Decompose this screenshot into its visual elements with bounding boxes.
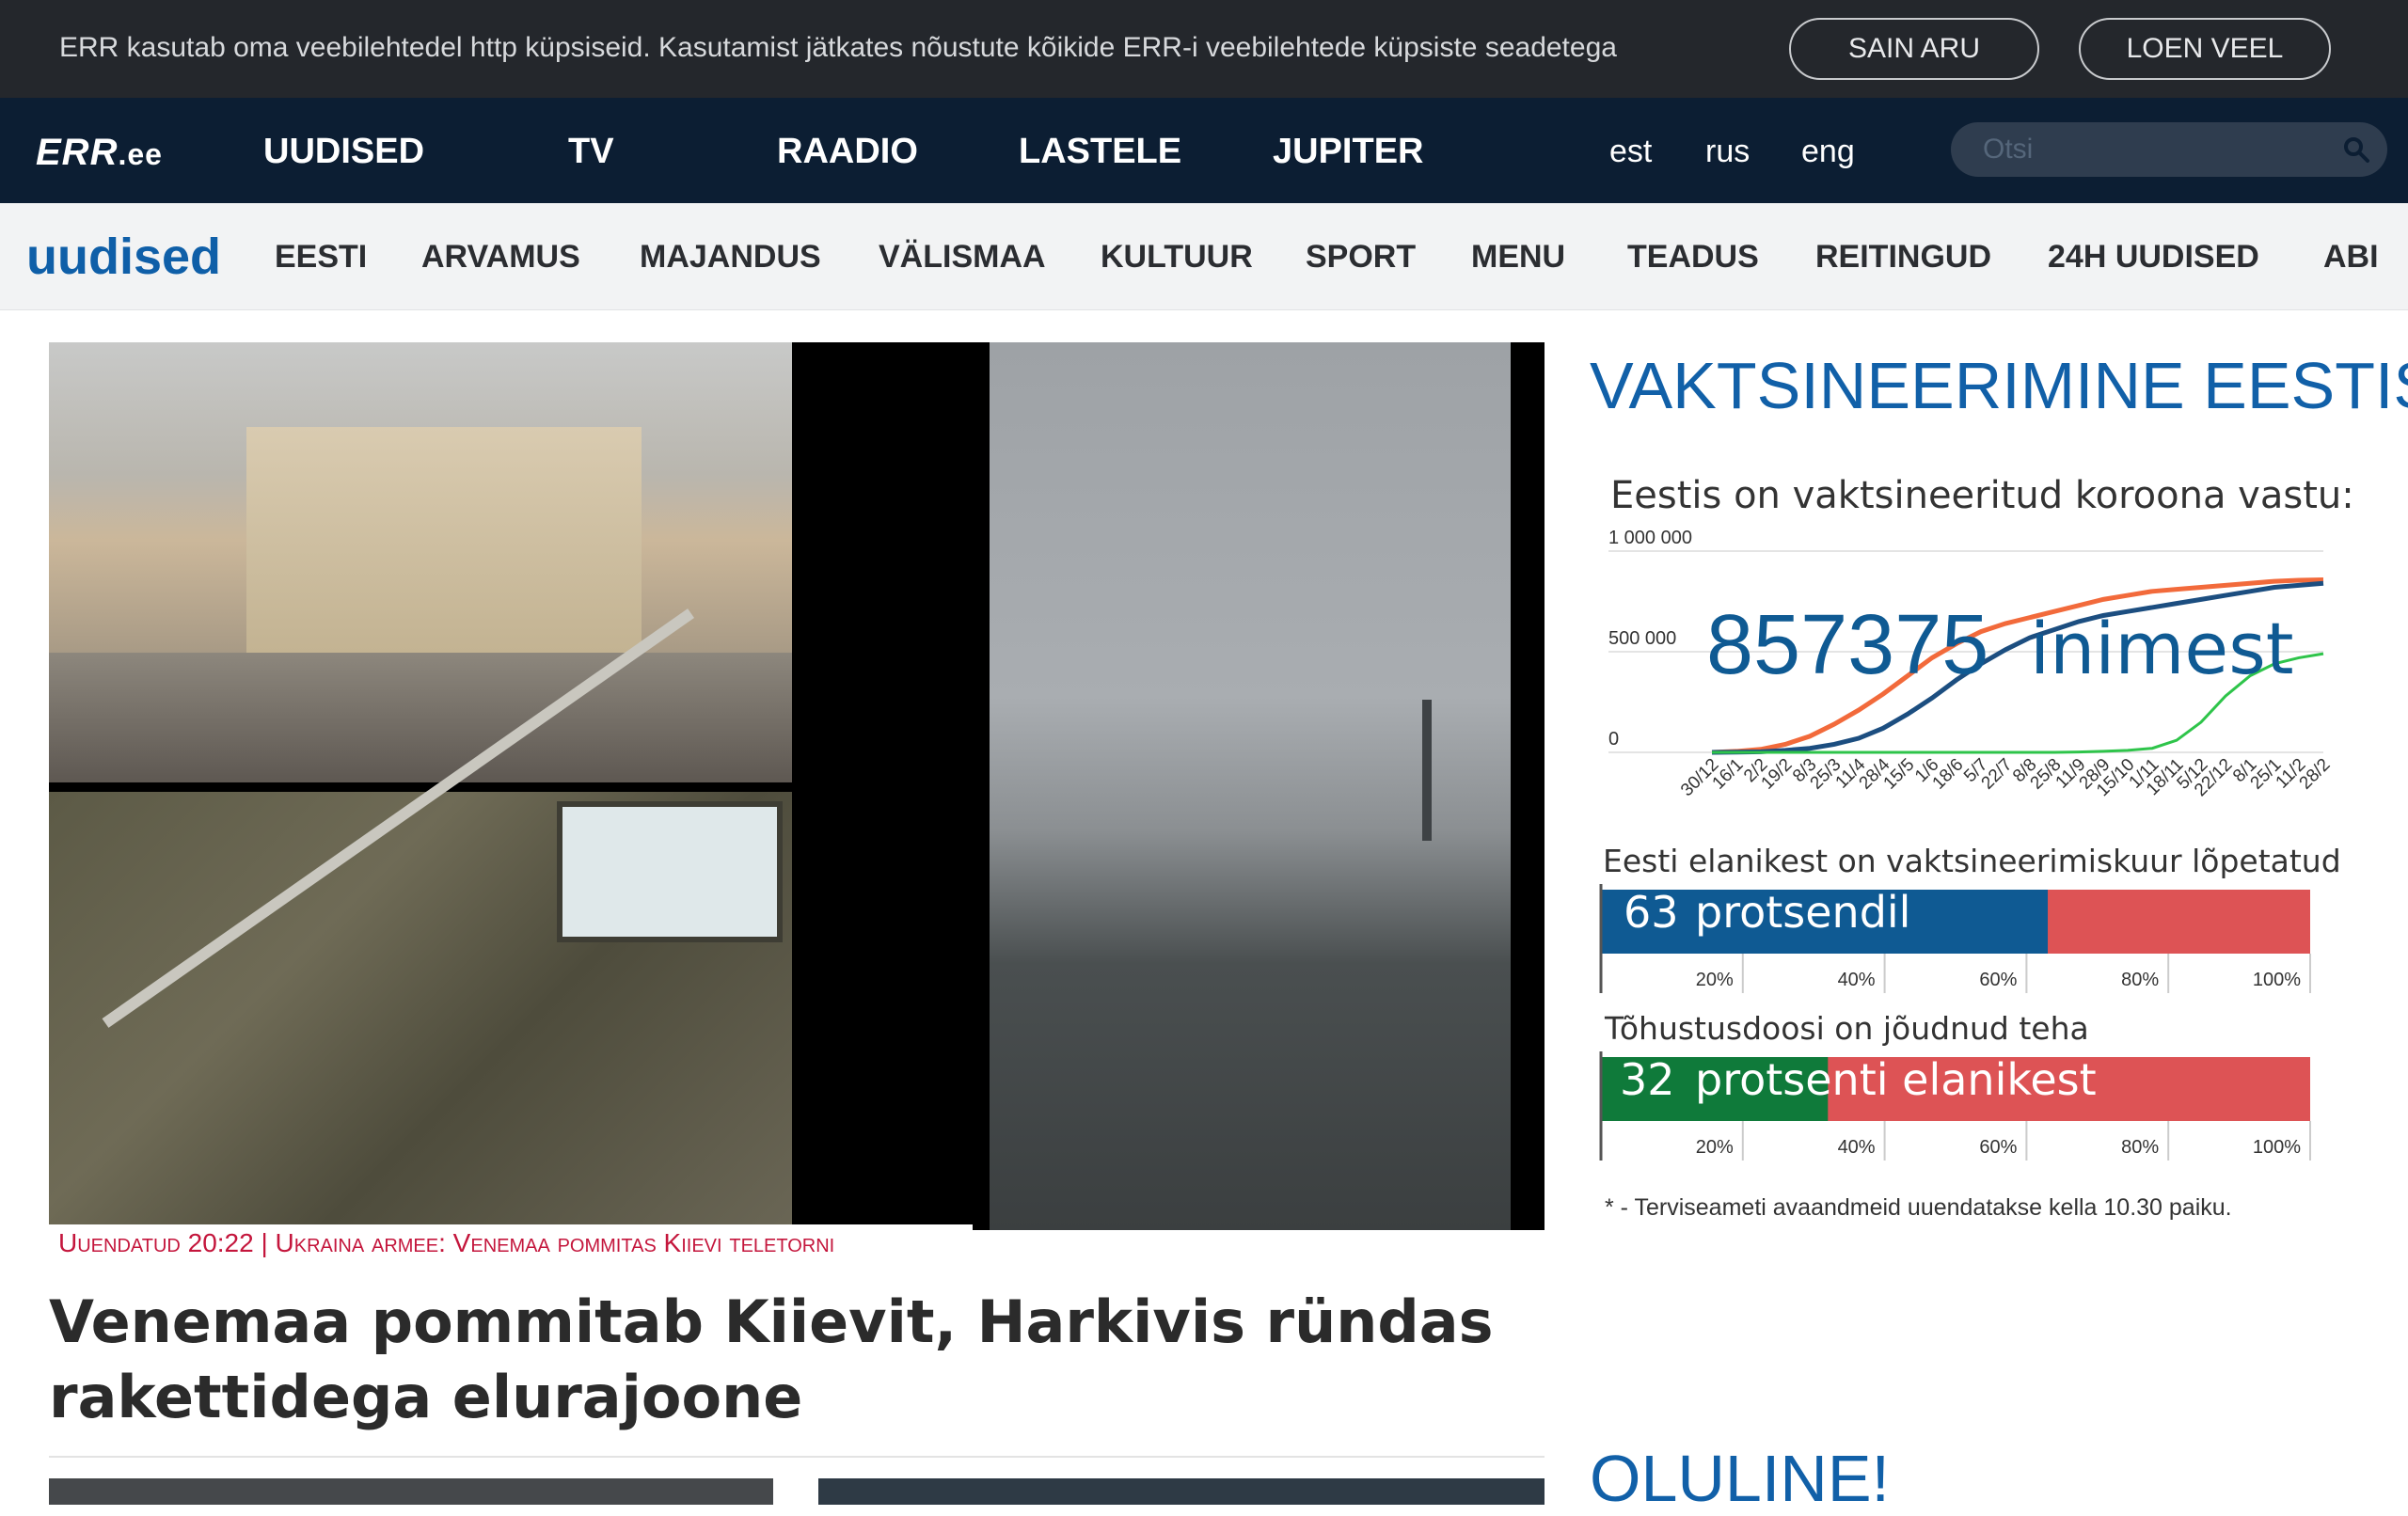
cookie-banner: ERR kasutab oma veebilehtedel http küpsi… bbox=[0, 0, 2408, 98]
section-link-abi[interactable]: ABI bbox=[2323, 239, 2379, 276]
section-link-24h-uudised[interactable]: 24H UUDISED bbox=[2048, 239, 2259, 276]
bar-tick-label: 100% bbox=[2253, 1137, 2301, 1158]
hero-photo-rubble bbox=[49, 653, 792, 782]
vaccination-heading: VAKTSINEERIMINE EESTIS bbox=[1590, 349, 2408, 422]
vaccinated-unit: inimest bbox=[2030, 607, 2294, 690]
lang-eng[interactable]: eng bbox=[1801, 134, 1855, 170]
cookie-accept-button[interactable]: SAIN ARU bbox=[1789, 18, 2039, 80]
bar-tick-label: 100% bbox=[2253, 970, 2301, 990]
vaccination-line-chart: 0 500 000 1 000 000 30/1216/12/219/28/325/… bbox=[1608, 528, 2335, 800]
vaccination-subheading: Eestis on vaktsineeritud koroona vastu: bbox=[1610, 474, 2354, 517]
lang-rus[interactable]: rus bbox=[1705, 134, 1750, 170]
nav-lastele[interactable]: LASTELE bbox=[1019, 132, 1181, 172]
completed-bar-chart: 20% 40% 60% 80% 100% 63 protsendil bbox=[1599, 884, 2311, 993]
hero-photo-kyiv-tower bbox=[801, 342, 1545, 1230]
err-logo[interactable]: ERR.ee bbox=[36, 132, 163, 174]
hero-title[interactable]: Venemaa pommitab Kiievit, Harkivis ründa… bbox=[49, 1285, 1545, 1435]
section-nav: uudised EESTI ARVAMUS MAJANDUS VÄLISMAA … bbox=[0, 203, 2408, 310]
chart-x-ticks: 30/1216/12/219/28/325/311/428/415/51/618… bbox=[1677, 754, 2334, 800]
section-link-arvamus[interactable]: ARVAMUS bbox=[421, 239, 580, 276]
article-thumbnail[interactable] bbox=[49, 1478, 773, 1505]
article-divider bbox=[49, 1456, 1545, 1458]
hero-photo-video-frame bbox=[990, 342, 1511, 1230]
y-tick-label: 1 000 000 bbox=[1608, 528, 1692, 548]
booster-label: Tõhustusdoosi on jõudnud teha bbox=[1605, 1010, 2089, 1047]
bar-tick-label: 60% bbox=[1979, 970, 2017, 990]
logo-text: ERR bbox=[36, 132, 119, 173]
bar-tick-label: 40% bbox=[1838, 970, 1876, 990]
booster-unit: protsenti elanikest bbox=[1695, 1054, 2097, 1105]
section-link-menu[interactable]: MENU bbox=[1471, 239, 1565, 276]
cookie-more-button[interactable]: LOEN VEEL bbox=[2079, 18, 2331, 80]
section-link-teadus[interactable]: TEADUS bbox=[1627, 239, 1759, 276]
hero-photo-harkiv bbox=[49, 342, 792, 782]
search-input[interactable] bbox=[1983, 132, 2340, 167]
chart-y-ticks: 0 500 000 1 000 000 bbox=[1608, 528, 1692, 750]
lang-est[interactable]: est bbox=[1609, 134, 1652, 170]
logo-suffix: .ee bbox=[118, 137, 163, 171]
booster-bar-chart: 20% 40% 60% 80% 100% 32 protsenti elanikest bbox=[1599, 1051, 2311, 1161]
bar-tick-label: 20% bbox=[1696, 970, 1734, 990]
nav-jupiter[interactable]: JUPITER bbox=[1273, 132, 1423, 172]
hero-photo-satellite bbox=[49, 608, 792, 1230]
article-thumbnail[interactable] bbox=[818, 1478, 1545, 1505]
section-logo-uudised[interactable]: uudised bbox=[26, 228, 221, 286]
section-link-kultuur[interactable]: KULTUUR bbox=[1101, 239, 1253, 276]
hero-image[interactable] bbox=[49, 342, 1545, 1230]
nav-uudised[interactable]: UUDISED bbox=[263, 132, 424, 172]
top-nav: ERR.ee UUDISED TV RAADIO LASTELE JUPITER… bbox=[0, 98, 2408, 203]
y-tick-label: 500 000 bbox=[1608, 628, 1676, 649]
section-link-eesti[interactable]: EESTI bbox=[275, 239, 367, 276]
cookie-text: ERR kasutab oma veebilehtedel http küpsi… bbox=[59, 32, 1617, 63]
completed-unit: protsendil bbox=[1695, 887, 1910, 938]
oluline-heading: OLULINE! bbox=[1590, 1442, 1890, 1515]
nav-raadio[interactable]: RAADIO bbox=[777, 132, 918, 172]
search-icon[interactable] bbox=[2342, 135, 2370, 164]
hero-photo-pond bbox=[557, 801, 783, 942]
bar-tick-label: 60% bbox=[1979, 1137, 2017, 1158]
y-tick-label: 0 bbox=[1608, 729, 1619, 750]
bar-tick-label: 80% bbox=[2121, 970, 2159, 990]
hero-photo-building bbox=[246, 427, 642, 662]
hero-photo-tv-tower bbox=[1422, 700, 1432, 841]
completed-label: Eesti elanikest on vaktsineerimiskuur lõ… bbox=[1603, 843, 2341, 879]
search-box bbox=[1951, 122, 2387, 177]
hero-kicker[interactable]: Uuendatud 20:22 | Ukraina armee: Venemaa… bbox=[58, 1228, 834, 1258]
section-link-valismaa[interactable]: VÄLISMAA bbox=[879, 239, 1046, 276]
section-link-majandus[interactable]: MAJANDUS bbox=[640, 239, 821, 276]
nav-tv[interactable]: TV bbox=[568, 132, 614, 172]
completed-value: 63 bbox=[1624, 887, 1679, 938]
booster-value: 32 bbox=[1620, 1054, 1675, 1105]
vaccination-note: * - Terviseameti avaandmeid uuendatakse … bbox=[1605, 1194, 2232, 1221]
bar-tick-label: 40% bbox=[1838, 1137, 1876, 1158]
vaccinated-count: 857375 bbox=[1706, 598, 1988, 692]
bar-tick-label: 80% bbox=[2121, 1137, 2159, 1158]
bar-tick-label: 20% bbox=[1696, 1137, 1734, 1158]
section-link-sport[interactable]: SPORT bbox=[1306, 239, 1416, 276]
section-link-reitingud[interactable]: REITINGUD bbox=[1815, 239, 1991, 276]
